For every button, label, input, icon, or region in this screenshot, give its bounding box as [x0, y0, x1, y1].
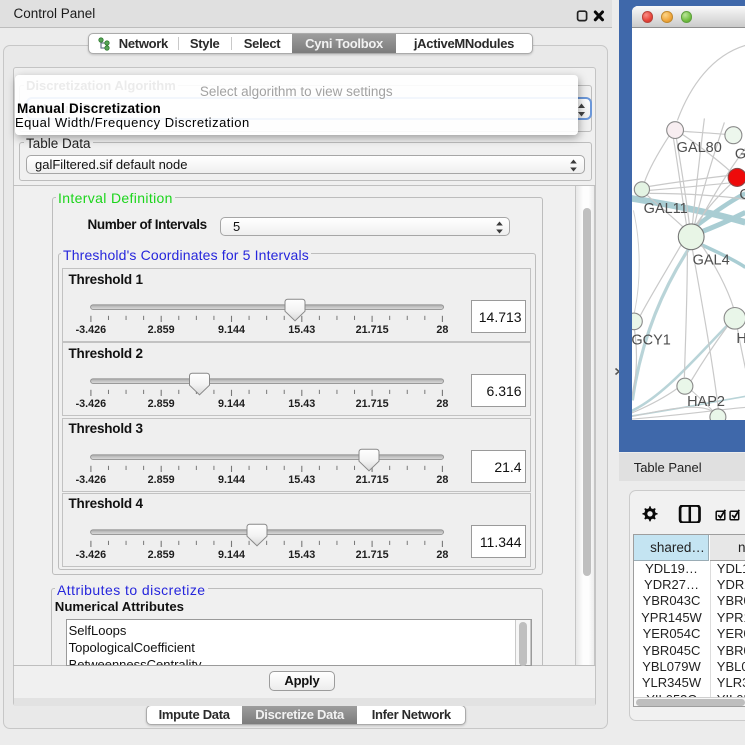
- svg-text:-3.426: -3.426: [76, 548, 107, 560]
- svg-text:9.144: 9.144: [218, 324, 245, 336]
- svg-text:9.144: 9.144: [218, 473, 245, 485]
- svg-text:28: 28: [436, 324, 448, 336]
- svg-text:28: 28: [436, 398, 448, 410]
- svg-text:28: 28: [436, 548, 448, 560]
- svg-text:GAL4: GAL4: [692, 252, 729, 268]
- svg-text:-3.426: -3.426: [76, 324, 107, 336]
- svg-text:-3.426: -3.426: [76, 398, 107, 410]
- svg-text:GCY1: GCY1: [632, 332, 671, 348]
- svg-text:15.43: 15.43: [288, 548, 315, 560]
- svg-text:H: H: [736, 330, 745, 346]
- svg-text:GAL11: GAL11: [643, 200, 687, 216]
- svg-text:-3.426: -3.426: [76, 473, 107, 485]
- svg-text:15.43: 15.43: [288, 324, 315, 336]
- svg-text:C: C: [739, 186, 745, 202]
- svg-text:9.144: 9.144: [218, 548, 245, 560]
- svg-text:21.715: 21.715: [356, 398, 389, 410]
- svg-text:GA: GA: [734, 146, 744, 162]
- svg-text:21.715: 21.715: [356, 548, 389, 560]
- svg-text:2.859: 2.859: [148, 548, 175, 560]
- svg-text:28: 28: [436, 473, 448, 485]
- svg-text:2.859: 2.859: [148, 473, 175, 485]
- svg-text:21.715: 21.715: [356, 473, 389, 485]
- svg-text:21.715: 21.715: [356, 324, 389, 336]
- svg-text:HAP2: HAP2: [687, 393, 725, 409]
- svg-text:15.43: 15.43: [288, 473, 315, 485]
- svg-text:15.43: 15.43: [288, 398, 315, 410]
- svg-text:GAL80: GAL80: [676, 139, 721, 155]
- svg-text:2.859: 2.859: [148, 398, 175, 410]
- svg-text:9.144: 9.144: [218, 398, 245, 410]
- svg-text:2.859: 2.859: [148, 324, 175, 336]
